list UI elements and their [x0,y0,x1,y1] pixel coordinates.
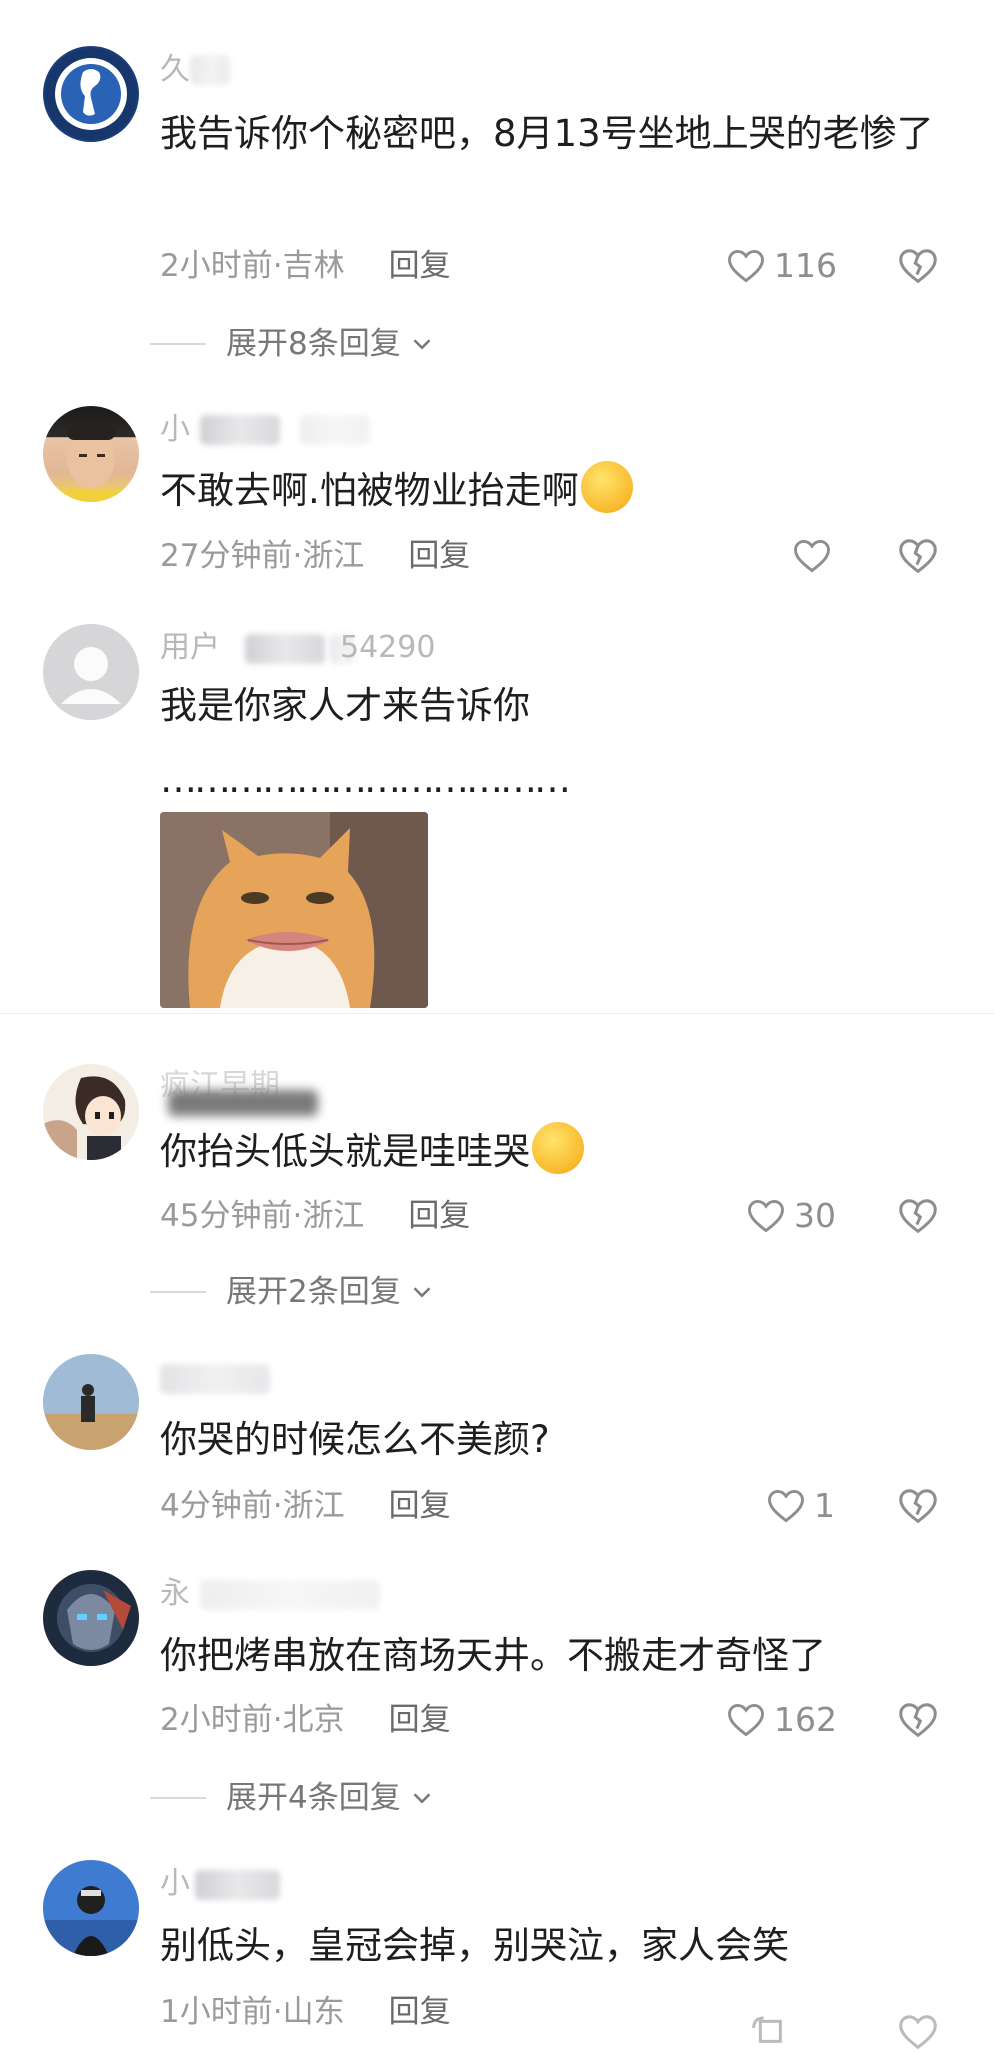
meta-separator: · [272,1488,283,1524]
reply-button[interactable]: 回复 [389,1990,451,2034]
broken-heart-icon[interactable] [895,2008,941,2054]
avatar[interactable] [43,624,139,720]
comment-location: 浙江 [302,538,365,574]
comment-text: 我告诉你个秘密吧，8月13号坐地上哭的老惨了 [160,112,934,155]
username-redaction [168,1090,318,1116]
expand-replies-button[interactable]: 展开8条回复 [150,322,437,366]
laughing-crying-emoji [532,1122,584,1174]
comment-text-content: 你抬头低头就是哇哇哭 [160,1130,530,1173]
comment-meta: 2小时前 · 北京 回复 [160,1698,451,1742]
comment-location: 浙江 [282,1488,345,1524]
cat-meme-image[interactable] [160,812,428,1008]
heart-outline-icon [794,539,830,573]
comment-text-ellipsis: ……………………………… [160,758,571,801]
comment-time: 4分钟前 [160,1488,273,1524]
avatar[interactable] [43,1064,139,1160]
comment-time: 27分钟前 [160,538,293,574]
username[interactable]: 用户 [160,628,220,668]
meta-separator: · [272,1702,283,1738]
heart-outline-icon [728,1703,764,1737]
share-icon[interactable] [744,2008,790,2048]
avatar[interactable] [43,1860,139,1956]
comment-text-content: 不敢去啊.怕被物业抬走啊 [160,469,579,512]
username-redaction [300,415,370,445]
expand-replies-button[interactable]: 展开2条回复 [150,1270,437,1314]
reply-button[interactable]: 回复 [389,244,451,288]
comment-meta: 4分钟前 · 浙江 回复 [160,1484,451,1528]
chevron-down-icon [413,339,431,350]
expand-divider [150,1291,206,1293]
username[interactable]: 小 [160,1864,190,1904]
like-button[interactable]: 30 [744,1190,836,1240]
comment-location: 浙江 [302,1198,365,1234]
username-redaction [190,55,230,85]
username-redaction [160,1364,270,1394]
expand-divider [150,343,206,345]
avatar[interactable] [43,1570,139,1666]
broken-heart-icon[interactable] [895,1192,941,1238]
comment-location: 北京 [282,1702,345,1738]
comment-meta: 45分钟前 · 浙江 回复 [160,1194,470,1238]
like-count: 116 [774,245,837,285]
avatar[interactable] [43,46,139,142]
expand-divider [150,1797,206,1799]
like-button[interactable]: 116 [724,240,837,290]
meta-separator: · [292,1198,303,1234]
comment-text: 你抬头低头就是哇哇哭 [160,1118,950,1186]
like-count: 162 [774,1699,837,1739]
heart-outline-icon [748,1199,784,1233]
username-redaction [200,1580,380,1610]
comment-meta: 2小时前 · 吉林 回复 [160,244,451,288]
like-button[interactable]: 162 [724,1694,837,1744]
broken-heart-icon[interactable] [895,532,941,578]
expand-replies-button[interactable]: 展开4条回复 [150,1776,437,1820]
heart-outline-icon [728,249,764,283]
expand-replies-label: 展开4条回复 [226,1780,401,1816]
heart-outline-icon [768,1489,804,1523]
meta-separator: · [272,248,283,284]
meta-separator: · [292,538,303,574]
comment-location: 山东 [282,1994,345,2030]
expand-replies-label: 展开8条回复 [226,326,401,362]
comment-text: 你哭的时候怎么不美颜? [160,1418,550,1461]
reply-button[interactable]: 回复 [408,1194,470,1238]
like-button[interactable]: 1 [764,1480,835,1530]
avatar[interactable] [43,406,139,502]
like-button[interactable] [790,530,840,580]
comment-time: 2小时前 [160,248,273,284]
avatar[interactable] [43,1354,139,1450]
username[interactable]: 永 [160,1574,190,1614]
meta-separator: · [272,1994,283,2030]
broken-heart-icon[interactable] [895,1482,941,1528]
comment-text: 我是你家人才来告诉你 [160,684,530,727]
username-redaction [200,415,280,445]
chevron-down-icon [413,1793,431,1804]
comment-meta: 27分钟前 · 浙江 回复 [160,534,470,578]
username[interactable]: 小 [160,410,190,450]
username-redaction [245,634,325,664]
comment-time: 45分钟前 [160,1198,293,1234]
comment-time: 1小时前 [160,1994,273,2030]
like-count: 1 [814,1485,835,1525]
username-redaction [195,1870,280,1900]
broken-heart-icon[interactable] [895,1696,941,1742]
comment-text: 你把烤串放在商场天井。不搬走才奇怪了 [160,1634,826,1677]
chevron-down-icon [413,1287,431,1298]
expand-replies-label: 展开2条回复 [226,1274,401,1310]
broken-heart-icon[interactable] [895,242,941,288]
reply-button[interactable]: 回复 [408,534,470,578]
like-count: 30 [794,1195,836,1235]
comment-text: 不敢去啊.怕被物业抬走啊 [160,457,950,525]
crying-face-emoji [580,461,633,513]
section-divider [0,1013,994,1014]
username-suffix: 54290 [340,630,436,665]
username[interactable]: 久 [160,50,190,90]
comment-time: 2小时前 [160,1702,273,1738]
comment-meta: 1小时前 · 山东 回复 [160,1990,451,2034]
comment-text: 别低头，皇冠会掉，别哭泣，家人会笑 [160,1924,789,1967]
reply-button[interactable]: 回复 [389,1484,451,1528]
comment-location: 吉林 [282,248,345,284]
reply-button[interactable]: 回复 [389,1698,451,1742]
